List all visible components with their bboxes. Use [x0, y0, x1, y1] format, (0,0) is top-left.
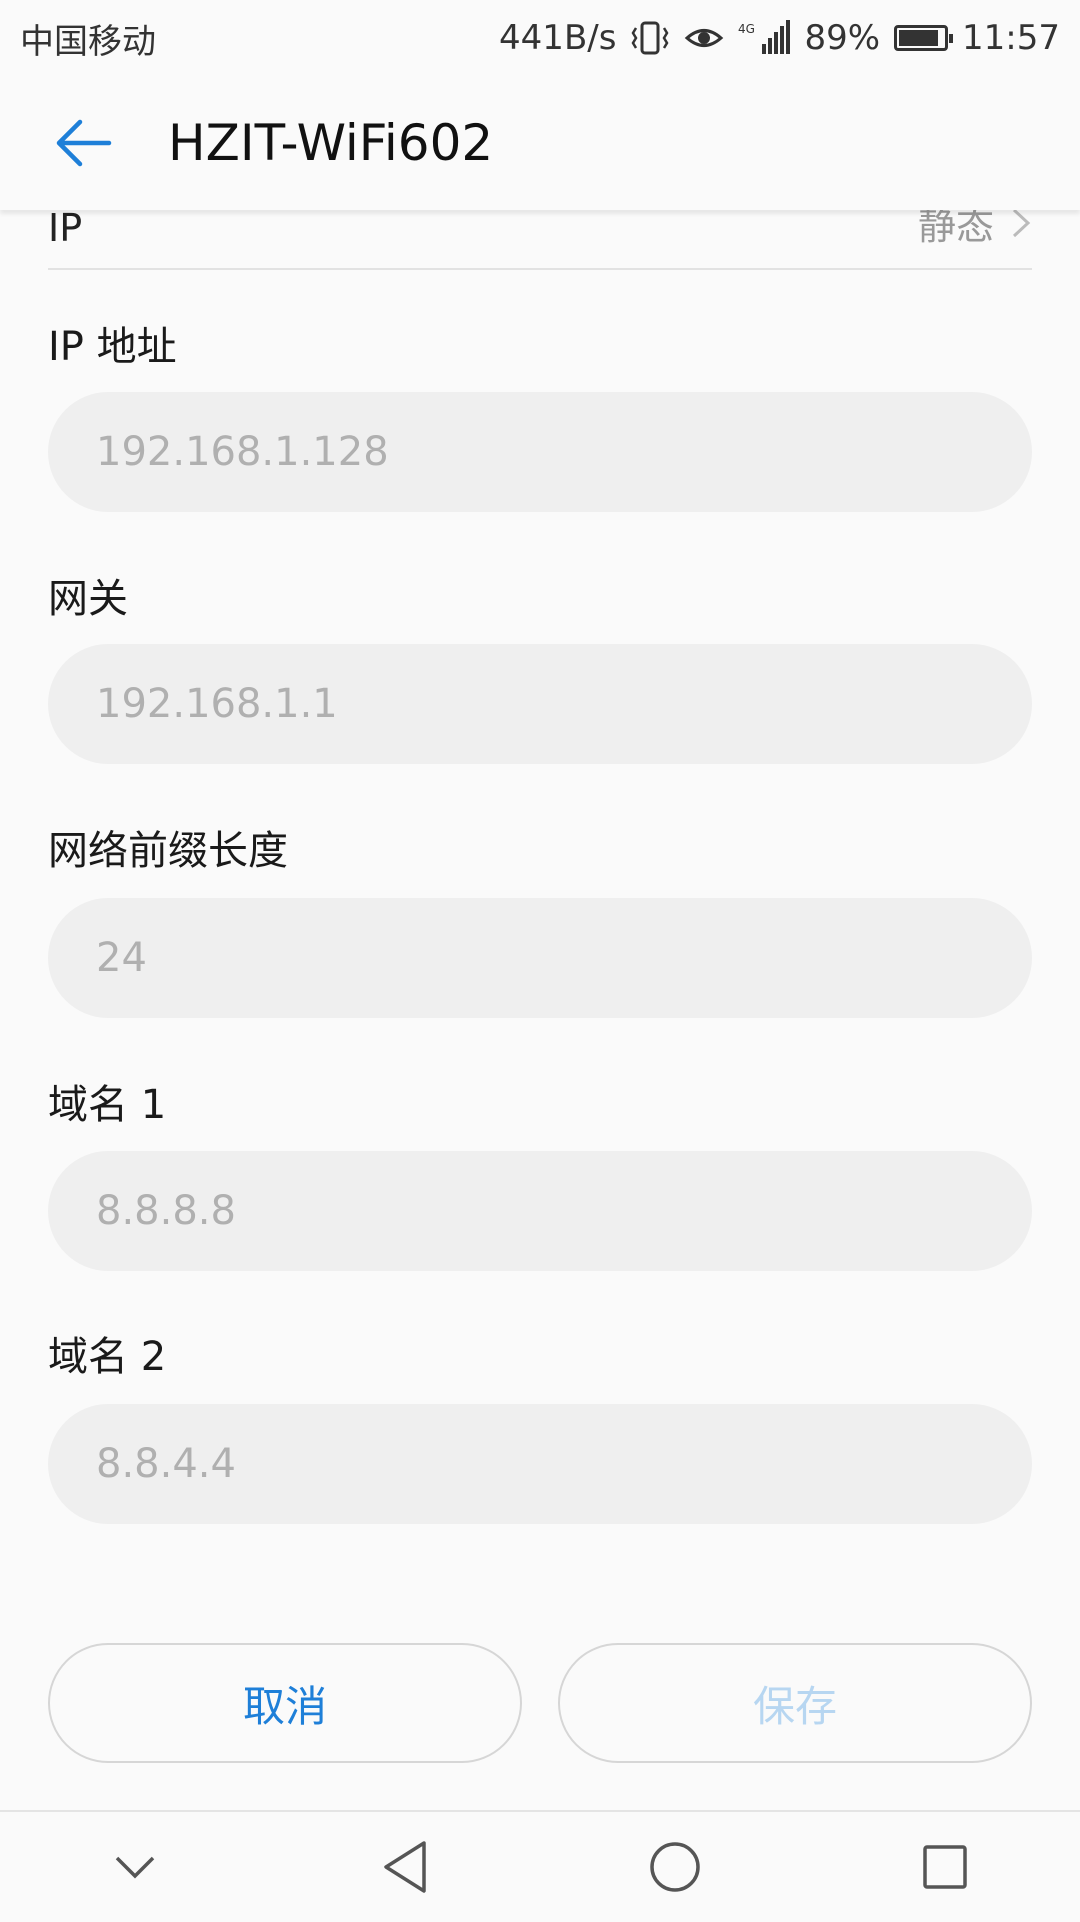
page-title: HZIT-WiFi602	[168, 114, 494, 172]
save-button[interactable]: 保存	[558, 1643, 1032, 1763]
dns1-input[interactable]: 8.8.8.8	[48, 1151, 1032, 1271]
ip-address-label: IP 地址	[48, 324, 177, 370]
square-recents-icon	[923, 1845, 967, 1889]
nav-home-button[interactable]	[620, 1817, 730, 1917]
status-icons: 441B/s 4G 89% 11:57	[499, 18, 1060, 58]
status-bar: 中国移动 441B/s 4G 89% 11:57	[0, 0, 1080, 76]
hide-nav-button[interactable]	[80, 1817, 190, 1917]
battery-percent: 89%	[804, 18, 881, 58]
settings-form: IP 静态 IP 地址 192.168.1.128 网关 192.168.1.1…	[0, 210, 1080, 1810]
clock: 11:57	[962, 18, 1060, 58]
app-bar: HZIT-WiFi602	[0, 76, 1080, 210]
nav-back-button[interactable]	[350, 1817, 460, 1917]
svg-text:4G: 4G	[738, 22, 755, 36]
ip-settings-value-group: 静态	[918, 210, 1032, 250]
ip-settings-label: IP	[48, 210, 83, 250]
back-button[interactable]	[28, 88, 138, 198]
ip-address-input[interactable]: 192.168.1.128	[48, 392, 1032, 512]
battery-fill	[899, 30, 939, 46]
circle-home-icon	[650, 1842, 700, 1892]
dns1-label: 域名 1	[48, 1082, 167, 1128]
triangle-back-icon	[384, 1841, 426, 1893]
eye-icon	[684, 23, 724, 53]
nav-recents-button[interactable]	[890, 1817, 1000, 1917]
prefix-length-label: 网络前缀长度	[48, 828, 288, 874]
arrow-left-icon	[56, 119, 112, 167]
ip-settings-value: 静态	[917, 210, 994, 248]
prefix-length-input[interactable]: 24	[48, 898, 1032, 1018]
gateway-input[interactable]: 192.168.1.1	[48, 644, 1032, 764]
chevron-down-icon	[115, 1856, 155, 1879]
battery-icon	[894, 25, 954, 51]
dns2-input[interactable]: 8.8.4.4	[48, 1404, 1032, 1524]
chevron-right-icon	[1012, 210, 1031, 237]
navigation-bar	[0, 1810, 1080, 1922]
ip-settings-row[interactable]: IP 静态	[48, 210, 1032, 270]
gateway-label: 网关	[48, 576, 128, 622]
carrier-label: 中国移动	[20, 21, 156, 62]
signal-icon: 4G	[738, 20, 791, 56]
cancel-button[interactable]: 取消	[48, 1643, 522, 1763]
vibrate-icon	[630, 20, 670, 56]
network-speed: 441B/s	[499, 18, 617, 58]
dns2-label: 域名 2	[48, 1334, 167, 1380]
